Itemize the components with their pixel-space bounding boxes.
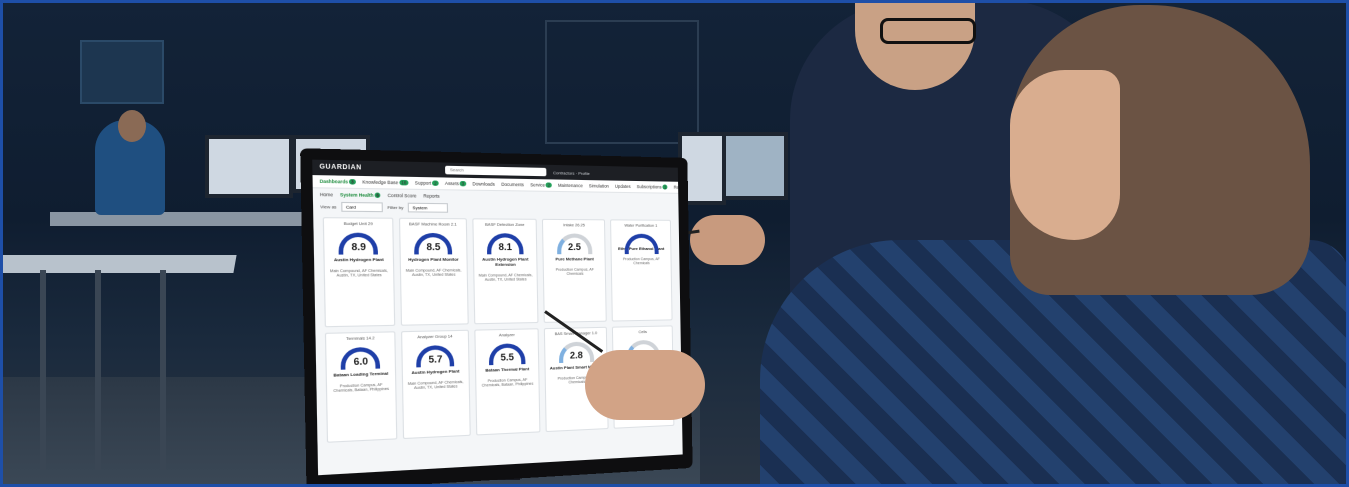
count-badge: 1 xyxy=(662,184,668,190)
subnav-item[interactable]: System Health 6 xyxy=(340,191,381,198)
card-title: Cells xyxy=(638,329,647,335)
health-card[interactable]: Terminals 14.2 6.0 Bataan Loading Terminal… xyxy=(324,331,398,443)
site-name: Austin Hydrogen Plant Extension xyxy=(482,256,529,267)
nav-item[interactable]: Dashboards 3 xyxy=(320,179,356,185)
user-menu[interactable]: Contractors · Profile xyxy=(553,170,590,176)
photo-scene: GUARDIAN Search Contractors · Profile Da… xyxy=(0,0,1349,487)
table-leg xyxy=(40,270,46,470)
monitor: GUARDIAN Search Contractors · Profile Da… xyxy=(300,148,693,487)
health-card[interactable]: Budget Unit 29 8.9 Austin Hydrogen Plant Ma… xyxy=(322,217,396,328)
search-input[interactable]: Search xyxy=(445,165,547,177)
filter-label: Filter by xyxy=(387,204,404,210)
site-location: Production Campus, AF Chemicals, Bataan,… xyxy=(333,382,390,394)
site-name: Austin Hydrogen Plant xyxy=(333,256,384,263)
foreground-table xyxy=(0,255,237,273)
dashboard-screen: GUARDIAN Search Contractors · Profile Da… xyxy=(312,159,683,476)
gauge-icon xyxy=(486,233,524,255)
gauge-icon xyxy=(624,233,659,255)
count-badge: 6 xyxy=(374,191,381,198)
subnav-item[interactable]: Home xyxy=(320,191,333,197)
gauge-icon xyxy=(338,232,379,255)
count-badge: 3 xyxy=(349,179,356,185)
nav-item[interactable]: Maintenance xyxy=(558,183,583,189)
nav-item[interactable]: Downloads xyxy=(472,181,495,187)
gauge-icon xyxy=(340,346,381,370)
man-hand xyxy=(690,215,765,265)
filter-select[interactable]: System xyxy=(407,202,449,213)
nav-item[interactable]: Updates xyxy=(615,184,631,189)
nav-item[interactable]: Subscriptions 1 xyxy=(637,184,668,190)
subnav-item[interactable]: Reports xyxy=(423,193,439,199)
nav-item[interactable]: Assets 3 xyxy=(445,181,466,187)
site-location: Main Compound, AF Chemicals, Austin, TX,… xyxy=(407,379,464,391)
card-title: BASF Detection Zone xyxy=(485,222,525,228)
health-card[interactable]: Intake 26.25 2.5 Pure Methane Plant Product… xyxy=(542,218,607,323)
card-title: BASF Machine Room 2.1 xyxy=(408,222,457,227)
nav-item[interactable]: Simulation xyxy=(589,183,609,188)
site-location: Main Compound, AF Chemicals, Austin, TX,… xyxy=(478,273,533,282)
card-title: Water Purification 1 xyxy=(624,223,658,228)
site-name: Pure Methane Plant xyxy=(555,256,594,262)
gauge-icon xyxy=(488,343,526,366)
site-name: Hydrogen Plant Monitor xyxy=(408,256,459,263)
gauge-icon xyxy=(556,233,593,255)
view-select[interactable]: Card xyxy=(341,201,383,212)
nav-item[interactable]: Knowledge Base 16 xyxy=(362,179,409,186)
count-badge: 2 xyxy=(545,182,552,188)
background-monitor xyxy=(205,135,293,198)
health-card[interactable]: Analyzer Group 14 5.7 Austin Hydrogen Plan… xyxy=(400,329,471,440)
nav-item[interactable]: Documents xyxy=(501,182,524,188)
card-title: Analyzer Group 14 xyxy=(417,334,453,340)
gauge-icon xyxy=(558,341,594,364)
site-location: Main Compound, AF Chemicals, Austin, TX,… xyxy=(329,268,389,278)
card-title: Analyzer xyxy=(498,332,515,338)
card-title: Budget Unit 29 xyxy=(343,221,373,227)
site-name: Austin Hydrogen Plant xyxy=(411,368,460,376)
glasses xyxy=(880,18,976,44)
count-badge: 16 xyxy=(399,179,409,186)
card-title: Intake 26.25 xyxy=(563,223,585,228)
app-logo: GUARDIAN xyxy=(319,164,362,172)
card-title: Terminals 14.2 xyxy=(346,336,375,342)
health-card[interactable]: Water Purification 1 Ethyl Pure Ethanol P… xyxy=(610,219,673,322)
table-leg xyxy=(160,270,166,470)
woman-face xyxy=(1010,70,1120,240)
site-location: Production Campus, AF Chemicals, Bataan,… xyxy=(481,377,534,388)
nav-item[interactable]: Service 2 xyxy=(530,182,552,188)
nav-item[interactable]: Support 2 xyxy=(415,180,439,186)
site-name: Bataan Loading Terminal xyxy=(333,370,389,378)
gauge-icon xyxy=(416,344,455,368)
subnav-item[interactable]: Control Score xyxy=(388,192,417,198)
table-leg xyxy=(95,270,101,470)
health-card[interactable]: BASF Detection Zone 8.1 Austin Hydrogen Pl… xyxy=(471,218,539,325)
site-location: Main Compound, AF Chemicals, Austin, TX,… xyxy=(405,268,462,278)
background-person-head xyxy=(118,110,146,142)
view-label: View as xyxy=(320,203,337,210)
gauge-icon xyxy=(414,232,453,255)
site-location: Production Campus, AF Chemicals xyxy=(555,267,594,276)
site-name: Bataan Thermal Plant xyxy=(485,366,530,373)
background-shelf xyxy=(545,20,699,144)
site-location: Production Campus, AF Chemicals xyxy=(622,257,660,266)
health-card[interactable]: BASF Machine Room 2.1 8.5 Hydrogen Plant M… xyxy=(398,217,469,326)
health-card[interactable]: Analyzer 5.5 Bataan Thermal Plant Productio… xyxy=(473,328,541,436)
background-window xyxy=(80,40,164,104)
background-monitor xyxy=(720,132,788,200)
count-badge: 3 xyxy=(459,180,466,187)
woman-hand xyxy=(585,350,705,420)
count-badge: 2 xyxy=(432,180,439,186)
